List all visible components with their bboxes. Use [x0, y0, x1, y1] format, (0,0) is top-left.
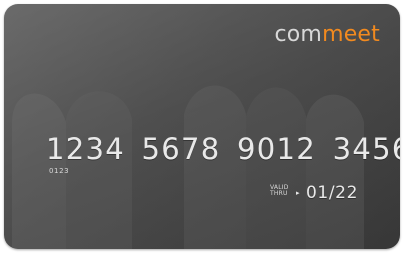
valid-label-line-2: THRU: [270, 190, 288, 198]
brand-logo-prefix: com: [274, 22, 323, 47]
brand-logo: com meet: [274, 24, 380, 46]
card-small-code: 0123: [49, 167, 70, 175]
expiry-date: 01/22: [306, 183, 358, 203]
background-swoosh-shape: [246, 87, 306, 249]
triangle-right-icon: ▸: [296, 189, 300, 197]
background-swoosh-shape: [184, 85, 246, 249]
background-swoosh-shape: [66, 91, 132, 249]
card-number: 1234 5678 9012 3456: [46, 132, 400, 166]
background-swoosh-shape: [306, 94, 364, 249]
valid-thru-label: VALID THRU: [270, 184, 289, 198]
payment-card: com meet 1234 5678 9012 3456 0123 VALID …: [4, 4, 400, 249]
brand-logo-suffix: meet: [322, 22, 380, 47]
